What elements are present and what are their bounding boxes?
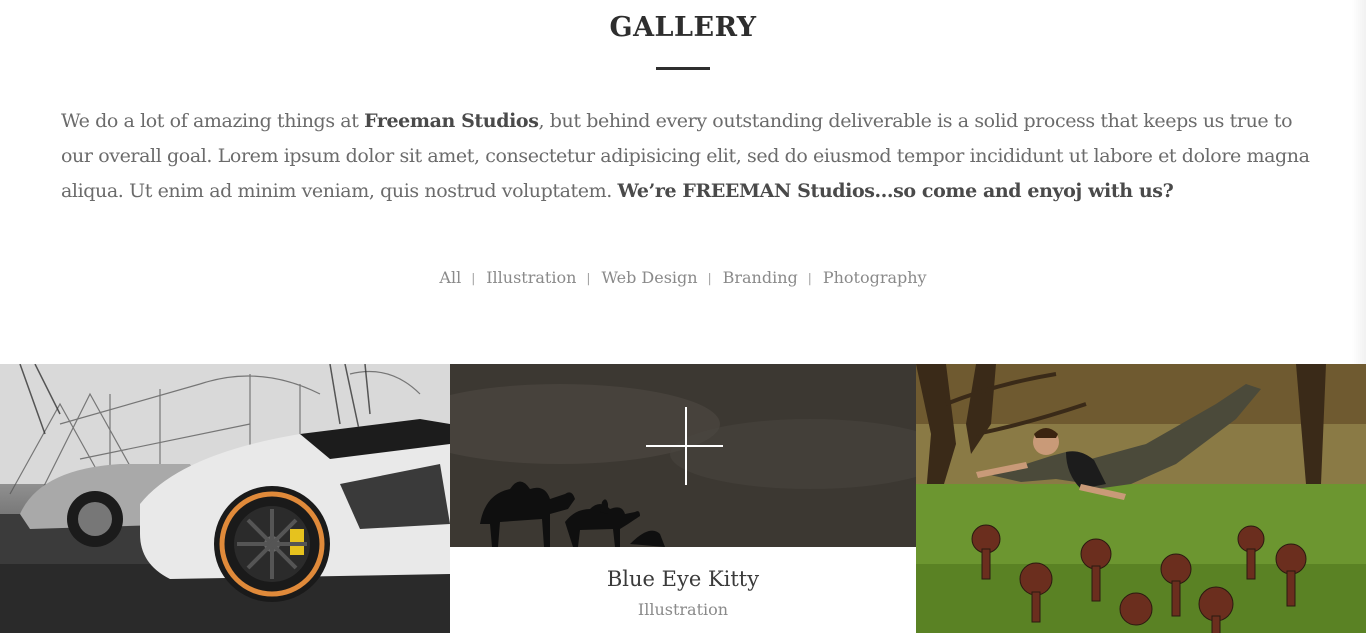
intro-tagline: We’re FREEMAN Studios…so come and enyoj … [617,180,1174,202]
title-divider [656,67,710,70]
filter-illustration[interactable]: Illustration [486,268,576,287]
page-title: GALLERY [609,12,757,43]
filter-separator: | [586,271,591,285]
intro-text-start: We do a lot of amazing things at [61,110,365,132]
filter-all[interactable]: All [439,268,461,287]
gallery-item-flying-man[interactable] [916,364,1366,633]
gallery-filter-nav: All | Illustration | Web Design | Branding | Pho… [0,268,1366,287]
gallery-item-caption: Blue Eye Kitty Illustration [450,547,916,633]
filter-photography[interactable]: Photography [823,268,927,287]
filter-separator: | [807,271,812,285]
gallery-item-category: Illustration [637,600,729,619]
gallery-item-blue-eye-kitty[interactable]: Blue Eye Kitty Illustration [450,364,916,633]
filter-branding[interactable]: Branding [723,268,798,287]
filter-web-design[interactable]: Web Design [601,268,697,287]
gallery-item-title[interactable]: Blue Eye Kitty [450,567,916,591]
filter-separator: | [471,271,476,285]
plus-icon[interactable] [646,407,726,487]
car-photo [0,364,450,633]
filter-separator: | [707,271,712,285]
flying-man-photo [916,364,1366,633]
camel-photo [450,364,916,547]
gallery-grid: Blue Eye Kitty Illustration [0,364,1366,633]
intro-paragraph: We do a lot of amazing things at Freeman… [61,104,1311,209]
gallery-item-car[interactable] [0,364,450,633]
intro-brand: Freeman Studios [364,110,539,132]
